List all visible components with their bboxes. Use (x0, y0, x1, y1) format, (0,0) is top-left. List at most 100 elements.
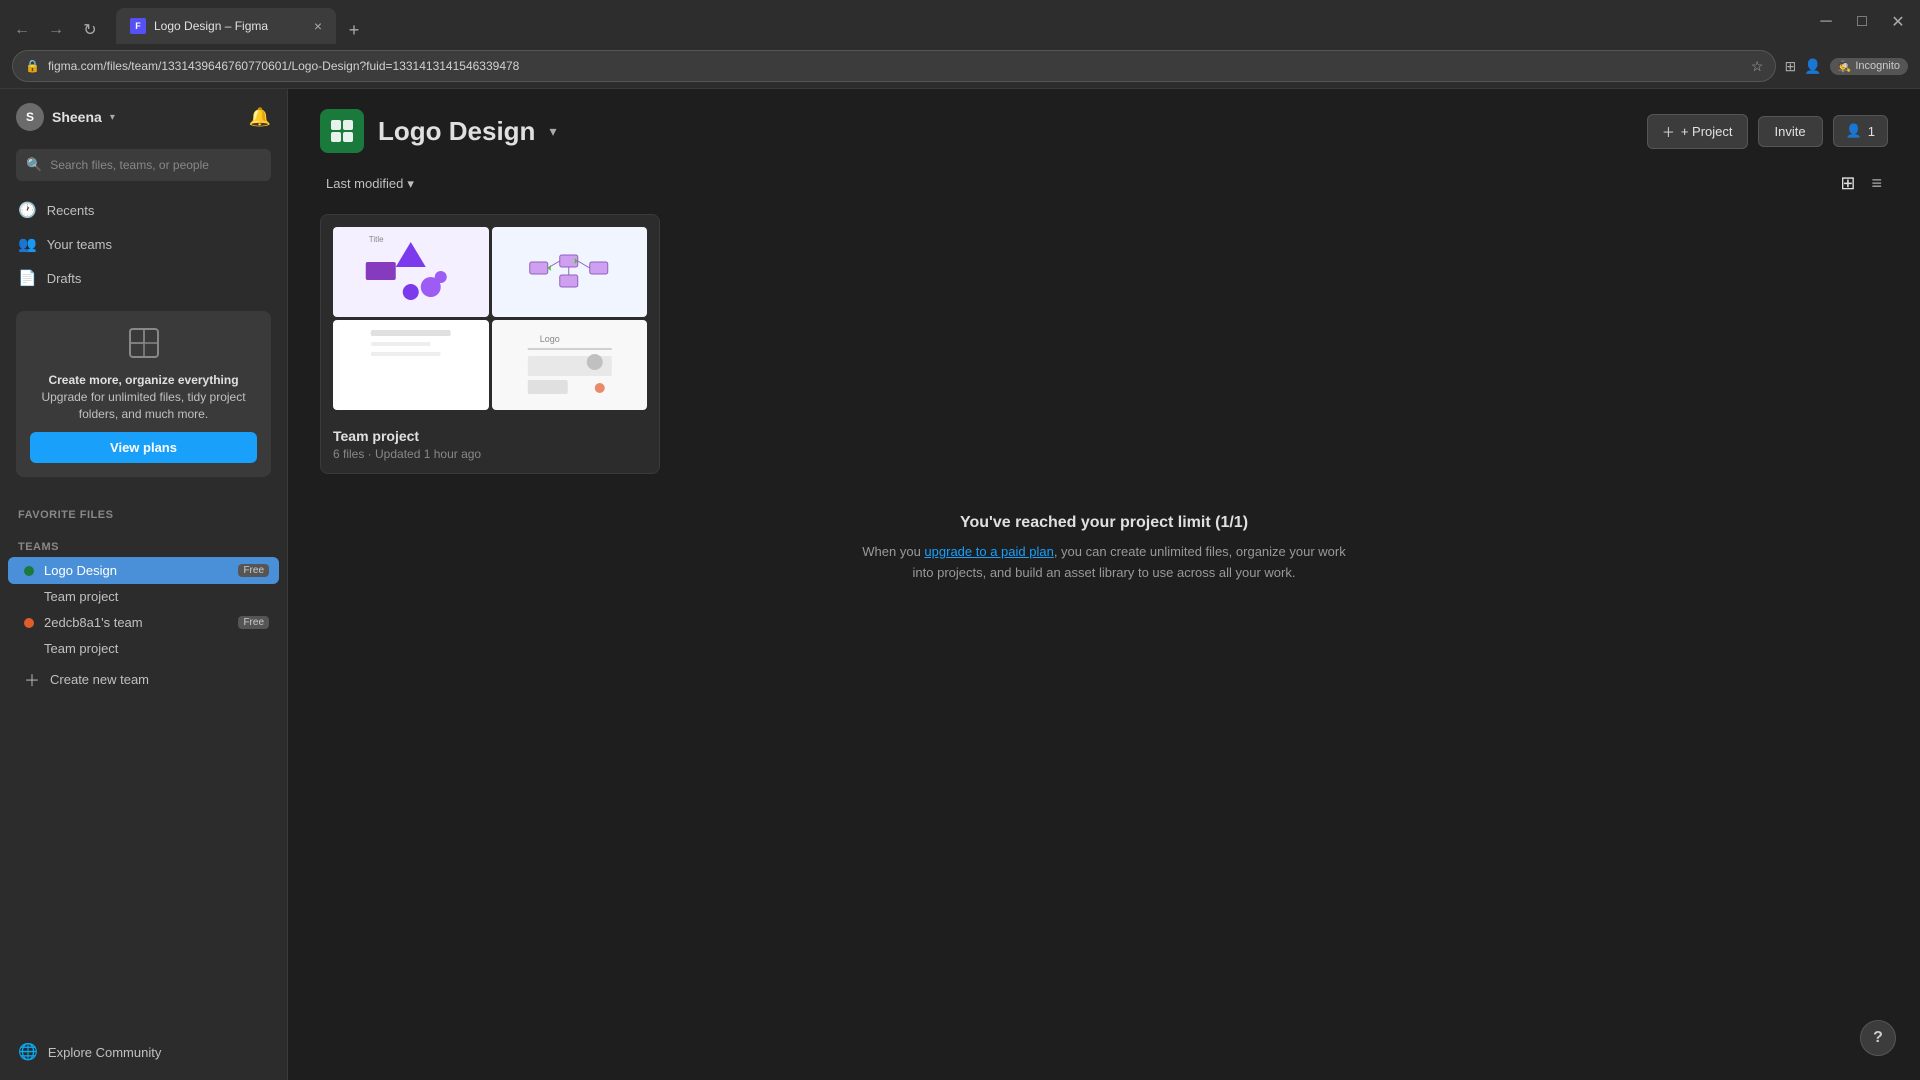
address-bar[interactable]: 🔒 figma.com/files/team/13314396467607706… (12, 50, 1776, 82)
community-icon: 🌐 (18, 1042, 38, 1062)
sidebar-item-your-teams[interactable]: 👥 Your teams (8, 227, 279, 261)
sort-button[interactable]: Last modified ▾ (320, 172, 420, 196)
drafts-icon: 📄 (18, 269, 37, 287)
sidebar-item-recents[interactable]: 🕐 Recents (8, 193, 279, 227)
main-header: Logo Design ▾ ＋ + Project Invite 👤 1 (288, 89, 1920, 169)
sort-label: Last modified (326, 176, 403, 191)
user-menu[interactable]: S Sheena ▾ (16, 103, 115, 131)
project-limit: You've reached your project limit (1/1) … (288, 474, 1920, 624)
your-teams-label: Your teams (47, 237, 112, 252)
avatar: S (16, 103, 44, 131)
filter-row: Last modified ▾ ⊞ ≡ (288, 169, 1920, 214)
view-plans-button[interactable]: View plans (30, 432, 257, 463)
sidebar-subitem-team-project-1[interactable]: Team project (8, 584, 279, 609)
team-name-2edcb8a1: 2edcb8a1's team (44, 615, 143, 630)
tab-favicon: F (130, 18, 146, 34)
sidebar-subitem-team-project-2[interactable]: Team project (8, 636, 279, 661)
restore-button[interactable]: □ (1848, 8, 1876, 36)
profile-icon: 👤 (1804, 58, 1821, 75)
project-card-meta: 6 files · Updated 1 hour ago (333, 447, 647, 461)
refresh-button[interactable]: ↻ (76, 16, 104, 44)
preview-thumb-1: Title (333, 227, 489, 317)
recents-icon: 🕐 (18, 201, 37, 219)
active-tab[interactable]: F Logo Design – Figma × (116, 8, 336, 44)
project-chevron-icon[interactable]: ▾ (549, 123, 556, 140)
upgrade-box: Create more, organize everything Upgrade… (16, 311, 271, 477)
card-preview: Title (321, 215, 659, 418)
drafts-label: Drafts (47, 271, 82, 286)
preview-thumb-4: Logo (492, 320, 648, 410)
create-new-team[interactable]: ＋ Create new team (8, 661, 279, 697)
project-title: Logo Design ▾ (320, 109, 556, 153)
search-icon: 🔍 (26, 157, 42, 173)
browser-chrome: ← → ↻ F Logo Design – Figma × + ─ □ ✕ 🔒 … (0, 0, 1920, 89)
sidebar: S Sheena ▾ 🔔 🔍 Search files, teams, or p… (0, 89, 288, 1080)
team-badge-2edcb8a1: Free (238, 616, 269, 629)
filter-left: Last modified ▾ (320, 172, 420, 196)
sidebar-team-2edcb8a1[interactable]: 2edcb8a1's team Free (8, 609, 279, 636)
recents-label: Recents (47, 203, 95, 218)
svg-text:Title: Title (369, 235, 384, 244)
search-placeholder: Search files, teams, or people (50, 158, 209, 172)
forward-button[interactable]: → (42, 16, 70, 44)
user-chevron-icon: ▾ (110, 112, 115, 123)
incognito-icon: 🕵 (1838, 60, 1852, 73)
projects-grid: Title (288, 214, 1920, 474)
teams-section: Teams (0, 533, 287, 557)
address-url: figma.com/files/team/1331439646760770601… (48, 59, 1743, 73)
list-view-button[interactable]: ≡ (1865, 169, 1888, 198)
incognito-badge: 🕵 Incognito (1830, 58, 1908, 75)
new-tab-button[interactable]: + (340, 16, 368, 44)
main-content: Logo Design ▾ ＋ + Project Invite 👤 1 Las… (288, 89, 1920, 1080)
project-card-name: Team project (333, 428, 647, 444)
back-button[interactable]: ← (8, 16, 36, 44)
upgrade-icon (30, 325, 257, 364)
team-name-logo-design: Logo Design (44, 563, 117, 578)
upgrade-description: Create more, organize everything Upgrade… (30, 372, 257, 422)
header-actions: ＋ + Project Invite 👤 1 (1647, 114, 1888, 149)
upgrade-link[interactable]: upgrade to a paid plan (924, 544, 1053, 559)
create-team-icon: ＋ (24, 667, 40, 691)
lock-icon: 🔒 (25, 59, 40, 73)
sidebar-item-drafts[interactable]: 📄 Drafts (8, 261, 279, 295)
create-team-label: Create new team (50, 672, 149, 687)
favorite-files-section: Favorite files (0, 501, 287, 525)
search-bar[interactable]: 🔍 Search files, teams, or people (16, 149, 271, 181)
team-dot-logo-design (24, 566, 34, 576)
minimize-button[interactable]: ─ (1812, 8, 1840, 36)
members-icon: 👤 (1846, 123, 1862, 139)
community-label: Explore Community (48, 1045, 161, 1060)
project-icon (320, 109, 364, 153)
limit-title: You've reached your project limit (1/1) (320, 514, 1888, 532)
team-badge-logo-design: Free (238, 564, 269, 577)
sidebar-team-logo-design[interactable]: Logo Design Free (8, 557, 279, 584)
svg-text:Logo: Logo (539, 334, 559, 344)
tab-title: Logo Design – Figma (154, 19, 306, 33)
limit-desc-before: When you (862, 544, 924, 559)
members-count: 1 (1868, 124, 1875, 139)
preview-thumb-3 (333, 320, 489, 410)
username: Sheena (52, 109, 102, 125)
add-project-icon: ＋ (1662, 122, 1675, 141)
sidebar-nav: 🕐 Recents 👥 Your teams 📄 Drafts (0, 193, 287, 295)
grid-icon: ⊞ (1840, 173, 1855, 193)
add-project-button[interactable]: ＋ + Project (1647, 114, 1748, 149)
card-info: Team project 6 files · Updated 1 hour ag… (321, 418, 659, 473)
close-window-button[interactable]: ✕ (1884, 8, 1912, 36)
project-card-team-project[interactable]: Title (320, 214, 660, 474)
view-toggle: ⊞ ≡ (1834, 169, 1888, 198)
team-dot-2edcb8a1 (24, 618, 34, 628)
project-name: Logo Design (378, 116, 535, 147)
members-button[interactable]: 👤 1 (1833, 115, 1888, 147)
bookmark-icon[interactable]: ☆ (1751, 58, 1764, 75)
invite-button[interactable]: Invite (1758, 116, 1823, 147)
your-teams-icon: 👥 (18, 235, 37, 253)
help-button[interactable]: ? (1860, 1020, 1896, 1056)
tab-close-icon[interactable]: × (314, 18, 322, 34)
browser-ext-icon: ⊞ (1784, 58, 1796, 75)
explore-community[interactable]: 🌐 Explore Community (8, 1034, 279, 1070)
notifications-icon[interactable]: 🔔 (249, 107, 271, 128)
grid-view-button[interactable]: ⊞ (1834, 169, 1861, 198)
limit-description: When you upgrade to a paid plan, you can… (854, 542, 1354, 584)
preview-thumb-2 (492, 227, 648, 317)
